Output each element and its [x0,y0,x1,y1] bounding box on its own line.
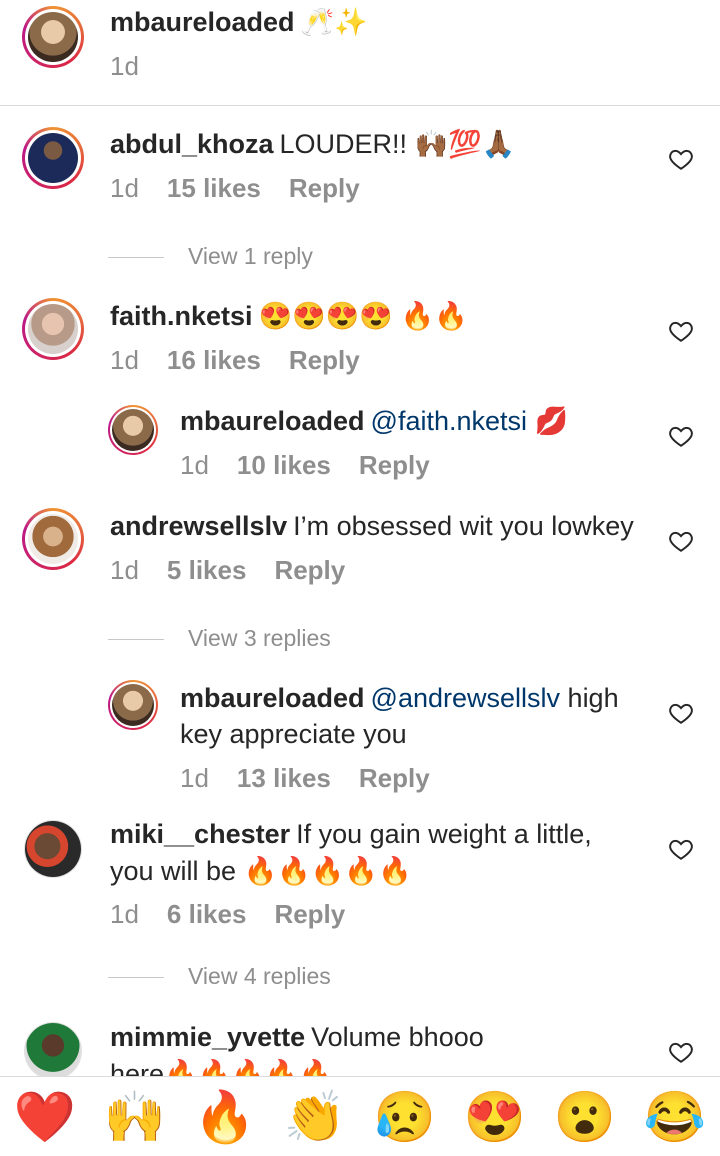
reply-button[interactable]: Reply [359,763,430,793]
reply-meta: 1d 13 likes Reply [180,762,458,794]
reply-meta: 1d 10 likes Reply [180,449,458,481]
heart-emoji-button[interactable]: ❤️ [14,1087,76,1147]
avatar-abdul-khoza[interactable] [22,127,84,189]
comment-text: faith.nketsi 😍😍😍😍 🔥🔥 [110,301,468,331]
caption-username[interactable]: mbaureloaded [110,7,295,37]
emoji-reaction-bar: ❤️ 🙌 🔥 👏 😥 😍 😮 😂 [0,1076,720,1156]
reply-text: mbaureloaded @faith.nketsi 💋 [180,406,569,436]
raised-hands-emoji-button[interactable]: 🙌 [104,1087,166,1147]
comment-meta: 1d 15 likes Reply [110,172,388,204]
comment-time: 1d [110,173,139,203]
likes-count[interactable]: 10 likes [237,450,331,480]
reply-button[interactable]: Reply [359,450,430,480]
caption-meta: 1d [110,50,167,82]
avatar-mbaureloaded[interactable] [22,6,84,68]
likes-count[interactable]: 16 likes [167,345,261,375]
avatar-mbaureloaded[interactable] [108,405,158,455]
like-heart-icon[interactable] [668,700,694,726]
comment-time: 1d [110,345,139,375]
comment-username[interactable]: faith.nketsi [110,301,253,331]
comment-text: mimmie_yvette Volume bhooo [110,1022,484,1052]
like-heart-icon[interactable] [668,146,694,172]
reply-button[interactable]: Reply [274,555,345,585]
view-replies-button[interactable]: View 3 replies [108,623,331,653]
reply-username[interactable]: mbaureloaded [180,683,365,713]
avatar-faith-nketsi[interactable] [22,298,84,360]
mention-link[interactable]: @faith.nketsi [371,406,527,436]
comment-meta: 1d 16 likes Reply [110,344,388,376]
avatar-mbaureloaded[interactable] [108,680,158,730]
fire-emoji-button[interactable]: 🔥 [194,1087,256,1147]
avatar-mimmie-yvette[interactable] [24,1022,82,1080]
view-replies-line [108,977,164,979]
heart-eyes-emoji-button[interactable]: 😍 [464,1087,526,1147]
like-heart-icon[interactable] [668,423,694,449]
reply-username[interactable]: mbaureloaded [180,406,365,436]
comment-text: andrewsellslv I’m obsessed wit you lowkey [110,511,634,541]
comment-time: 1d [110,899,139,929]
reply-button[interactable]: Reply [274,899,345,929]
caption-text: mbaureloaded 🥂✨ [110,7,368,37]
view-replies-line [108,257,164,259]
view-replies-button[interactable]: View 1 reply [108,241,313,271]
view-replies-button[interactable]: View 4 replies [108,961,331,991]
like-heart-icon[interactable] [668,836,694,862]
comment-meta: 1d 5 likes Reply [110,554,373,586]
reply-time: 1d [180,450,209,480]
view-replies-line [108,639,164,641]
comment-username[interactable]: andrewsellslv [110,511,287,541]
likes-count[interactable]: 15 likes [167,173,261,203]
laughing-emoji-button[interactable]: 😂 [644,1087,706,1147]
likes-count[interactable]: 13 likes [237,763,331,793]
comment-username[interactable]: abdul_khoza [110,129,274,159]
likes-count[interactable]: 6 likes [167,899,247,929]
comment-text: abdul_khoza LOUDER!! 🙌🏾💯🙏🏾 [110,129,516,159]
reply-text-line2: key appreciate you [180,719,407,749]
likes-count[interactable]: 5 likes [167,555,247,585]
avatar-andrewsellslv[interactable] [22,508,84,570]
comment-text-line2: you will be 🔥🔥🔥🔥🔥 [110,856,412,886]
mention-link[interactable]: @andrewsellslv [371,683,560,713]
like-heart-icon[interactable] [668,318,694,344]
comment-text: miki__chester If you gain weight a little… [110,819,592,849]
caption-time: 1d [110,51,139,81]
reply-text: mbaureloaded @andrewsellslv high [180,683,619,713]
clapping-emoji-button[interactable]: 👏 [284,1087,346,1147]
comment-meta: 1d 6 likes Reply [110,898,373,930]
comment-username[interactable]: miki__chester [110,819,290,849]
reply-time: 1d [180,763,209,793]
surprised-emoji-button[interactable]: 😮 [554,1087,616,1147]
comment-time: 1d [110,555,139,585]
comment-username[interactable]: mimmie_yvette [110,1022,305,1052]
like-heart-icon[interactable] [668,528,694,554]
reply-button[interactable]: Reply [289,173,360,203]
reply-button[interactable]: Reply [289,345,360,375]
avatar-miki-chester[interactable] [24,820,82,878]
sad-emoji-button[interactable]: 😥 [374,1087,436,1147]
like-heart-icon[interactable] [668,1039,694,1065]
caption-divider [0,105,720,106]
